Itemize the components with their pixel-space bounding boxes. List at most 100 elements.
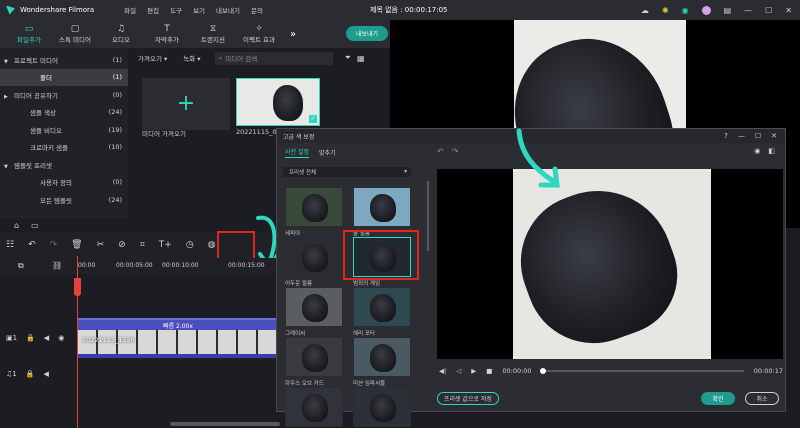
layout-icon[interactable]: ☷: [6, 240, 14, 250]
preset-thumbnail[interactable]: [285, 187, 343, 227]
menu-item[interactable]: 보기: [193, 5, 205, 15]
more-tabs-icon[interactable]: »: [290, 29, 296, 40]
gift-icon[interactable]: ▤: [724, 6, 732, 15]
cut-icon[interactable]: ✂: [97, 240, 105, 250]
delete-icon[interactable]: 🗑: [71, 240, 82, 250]
playhead-marker-icon[interactable]: [74, 278, 81, 296]
preset-thumbnail[interactable]: [285, 337, 343, 377]
dialog-undo-icon[interactable]: ↶: [437, 147, 444, 156]
tab-text[interactable]: T 자막추가: [144, 20, 190, 48]
preset-filter-select[interactable]: 프리셋 전체 ▾: [283, 167, 411, 177]
sidebar-item[interactable]: 샘플 색상 (24): [0, 104, 128, 122]
menu-item[interactable]: 내보내기: [216, 5, 240, 15]
sidebar-item[interactable]: ▶ 미디어 공유하기 (0): [0, 86, 128, 104]
sidebar-item[interactable]: ▼ 템플릿 프리셋: [0, 156, 128, 174]
speed-icon[interactable]: ◷: [186, 240, 194, 250]
avatar-icon[interactable]: [701, 5, 711, 15]
tab-preset[interactable]: 사전 설정: [285, 147, 309, 158]
app-title: Wondershare Filmora: [20, 6, 95, 14]
cloud-icon[interactable]: ☁: [641, 6, 649, 15]
view-eye-icon[interactable]: ◉: [754, 147, 760, 155]
sidebar-item-text: 사용자 정의: [0, 177, 72, 187]
redo-icon[interactable]: ↷: [50, 240, 58, 250]
save-preset-button[interactable]: 프리셋 값으로 저장: [437, 392, 499, 405]
dialog-maximize-icon[interactable]: ☐: [755, 132, 761, 140]
cancel-button[interactable]: 취소: [745, 392, 779, 405]
audio-volume-icon[interactable]: ◀: [43, 370, 48, 378]
new-folder-icon[interactable]: ⌂: [14, 221, 19, 230]
stop-icon[interactable]: ■: [486, 367, 492, 375]
dialog-redo-icon[interactable]: ↷: [452, 147, 459, 156]
play-icon[interactable]: ▶: [471, 367, 476, 375]
media-clip-thumbnail[interactable]: ✓: [236, 78, 320, 126]
audio-lock-icon[interactable]: 🔒: [26, 370, 35, 378]
media-search-input[interactable]: ⌕ 미디어 검색: [214, 51, 333, 65]
minimize-icon[interactable]: —: [744, 6, 752, 15]
add-track-icon[interactable]: ⧉: [18, 261, 24, 271]
dialog-minimize-icon[interactable]: —: [738, 132, 745, 140]
split-view-icon[interactable]: ◧: [768, 147, 775, 155]
ok-button[interactable]: 확인: [701, 392, 735, 405]
preset-thumbnail[interactable]: [353, 287, 411, 327]
undo-icon[interactable]: ↶: [28, 240, 36, 250]
step-back-icon[interactable]: ◁: [456, 367, 461, 375]
crop-icon[interactable]: ⌗: [140, 240, 145, 250]
preset-thumbnail[interactable]: [285, 237, 343, 277]
record-dropdown[interactable]: 녹화 ▾: [183, 53, 200, 63]
filter-icon[interactable]: ⏷: [345, 53, 351, 63]
timeline-scrollbar[interactable]: [170, 422, 280, 426]
preset-thumbnail[interactable]: [285, 287, 343, 327]
tab-transition[interactable]: ⧖ 트랜지션: [190, 20, 236, 48]
preset-thumbnail[interactable]: [353, 337, 411, 377]
dialog-tabs: 사전 설정 맞추기: [285, 147, 336, 158]
menu-item[interactable]: 편집: [147, 5, 159, 15]
import-dropdown[interactable]: 가져오기 ▾: [138, 53, 167, 63]
sidebar-item[interactable]: ▼ 프로젝트 미디어 (1): [0, 51, 128, 69]
import-media-tile[interactable]: +: [142, 78, 230, 130]
tab-stock[interactable]: ▢ 스톡 미디어: [52, 20, 98, 48]
tab-music[interactable]: ♫ 오디오: [98, 20, 144, 48]
preset-scrollbar[interactable]: [427, 181, 429, 251]
eye-icon[interactable]: ◉: [58, 334, 64, 342]
mouse-dialog-image: [513, 169, 695, 359]
headset-icon[interactable]: ◉: [682, 6, 689, 15]
folder-icon[interactable]: ▭: [31, 221, 39, 230]
tab-effect[interactable]: ✧ 이펙트 효과: [236, 20, 282, 48]
color-palette-icon[interactable]: ◍: [208, 240, 216, 250]
close-icon[interactable]: ✕: [785, 6, 792, 15]
menu-item[interactable]: 문의: [251, 5, 263, 15]
expand-arrow-icon: ▶: [4, 93, 8, 100]
menu-item[interactable]: 파일: [124, 5, 136, 15]
sidebar-item-text: 샘플 색상: [0, 107, 56, 117]
text-tool-icon[interactable]: T+: [159, 240, 172, 250]
tag-icon[interactable]: ⊘: [118, 240, 126, 250]
help-icon[interactable]: ?: [724, 132, 728, 140]
slider-knob[interactable]: [539, 368, 546, 374]
tab-folder[interactable]: ▭ 파일추가: [6, 20, 52, 48]
volume-icon[interactable]: ◀: [44, 334, 49, 342]
export-button[interactable]: 내보내기: [346, 26, 388, 41]
sidebar-item[interactable]: 폴더 (1): [0, 68, 128, 86]
dialog-close-icon[interactable]: ✕: [771, 132, 777, 140]
sidebar-item[interactable]: 모든 템플릿 (24): [0, 191, 128, 209]
lock-icon[interactable]: 🔒: [26, 334, 35, 342]
video-clip[interactable]: 빠름 2.00x 20221115_1526: [78, 318, 278, 358]
grid-view-icon[interactable]: ▦: [357, 54, 365, 63]
sidebar-item[interactable]: 샘플 비디오 (19): [0, 121, 128, 139]
maximize-icon[interactable]: ☐: [765, 6, 772, 15]
link-icon[interactable]: ⛓: [52, 261, 62, 270]
menu-item[interactable]: 도구: [170, 5, 182, 15]
preset-thumbnail[interactable]: [353, 187, 411, 227]
tab-adjust[interactable]: 맞추기: [319, 148, 336, 157]
project-title: 제목 없음 : 00:00:17:05: [370, 6, 448, 14]
sidebar-item-label: 크로마키 샘플: [30, 144, 68, 153]
lightbulb-icon[interactable]: ✺: [662, 6, 669, 15]
preset-thumbnail[interactable]: [285, 387, 343, 427]
transition-icon: ⧖: [209, 24, 217, 34]
progress-slider[interactable]: [539, 368, 744, 374]
timeline-ruler[interactable]: ⧉ ⛓ 00:00 00:00:05:00 00:00:10:00 00:00:15:…: [0, 258, 280, 274]
preset-thumbnail[interactable]: [353, 387, 411, 427]
prev-frame-icon[interactable]: ◀|: [439, 367, 446, 375]
sidebar-item[interactable]: 사용자 정의 (0): [0, 174, 128, 192]
sidebar-item[interactable]: 크로마키 샘플 (10): [0, 139, 128, 157]
